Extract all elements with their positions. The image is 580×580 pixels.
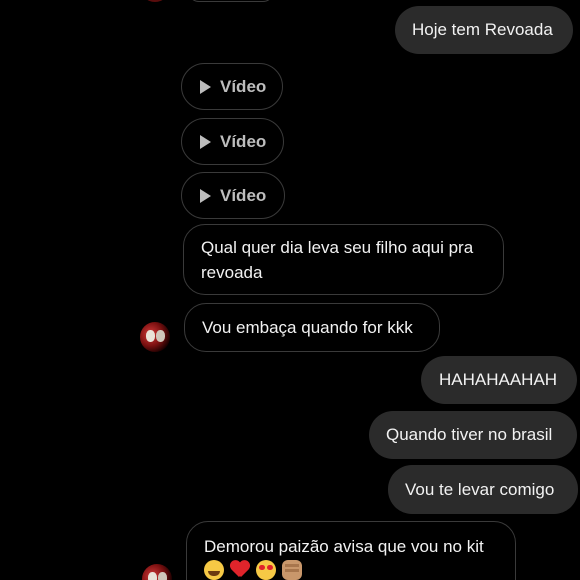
video-message-1[interactable]: Vídeo (181, 63, 283, 110)
message-outgoing-vou-te-levar[interactable]: Vou te levar comigo (388, 465, 578, 514)
message-text: Vou te levar comigo (405, 480, 555, 499)
video-label: Vídeo (220, 76, 267, 96)
message-incoming-demorou-paizao[interactable]: Demorou paizão avisa que vou no kit (186, 521, 516, 580)
message-outgoing-hoje-tem-revoada[interactable]: Hoje tem Revoada (395, 6, 573, 54)
play-icon (200, 188, 211, 203)
play-icon (200, 79, 211, 94)
video-message-3[interactable]: Vídeo (181, 172, 285, 219)
video-label: Vídeo (220, 131, 267, 151)
message-outgoing-quando-tiver[interactable]: Quando tiver no brasil (369, 411, 577, 459)
message-text: Quando tiver no brasil (386, 425, 553, 444)
message-text: Demorou paizão avisa que vou no kit (204, 537, 484, 556)
cropped-top-bubble (188, 0, 274, 2)
smiling-face-with-heart-eyes-icon (256, 560, 276, 580)
message-outgoing-hahahaahah[interactable]: HAHAHAAHAH (421, 356, 577, 404)
oncoming-fist-icon (282, 560, 302, 580)
cropped-top-avatar (140, 0, 170, 2)
sender-avatar[interactable] (140, 322, 170, 352)
message-text: Vou embaça quando for kkk (202, 318, 413, 337)
play-icon (200, 134, 211, 149)
message-text: Hoje tem Revoada (412, 20, 553, 39)
message-text: Qual quer dia leva seu filho aqui pra re… (201, 238, 474, 282)
message-text: HAHAHAAHAH (439, 370, 558, 389)
sender-avatar[interactable] (142, 564, 172, 580)
message-incoming-qual-quer-dia[interactable]: Qual quer dia leva seu filho aqui pra re… (183, 224, 504, 295)
emoji-row (204, 560, 302, 580)
video-message-2[interactable]: Vídeo (181, 118, 284, 165)
red-heart-icon (230, 561, 250, 579)
video-label: Vídeo (220, 185, 267, 205)
message-incoming-vou-embaca[interactable]: Vou embaça quando for kkk (184, 303, 440, 352)
chat-thread: Hoje tem Revoada Vídeo Vídeo Vídeo Qual … (0, 0, 580, 580)
face-with-tears-of-joy-icon (204, 560, 224, 580)
